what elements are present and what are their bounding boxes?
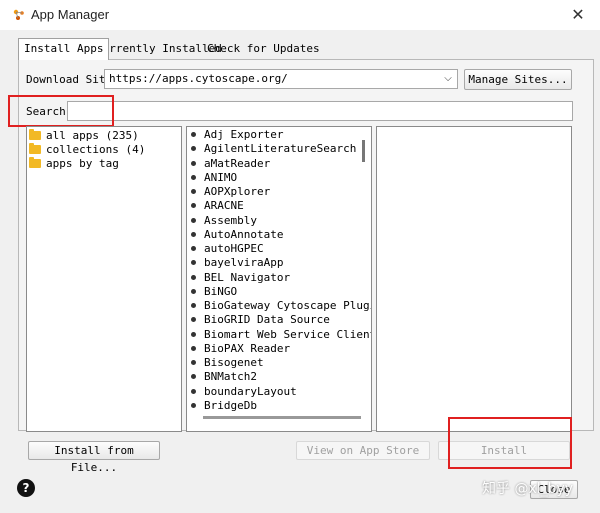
list-item[interactable]: Adj Exporter	[187, 128, 371, 142]
list-item[interactable]: BioGRID Data Source	[187, 313, 371, 327]
list-item[interactable]: BridgeDb	[187, 399, 371, 413]
install-from-file-button[interactable]: Install from File...	[28, 441, 160, 474]
app-name: Bisogenet	[204, 356, 264, 369]
tree-item-apps-by-tag[interactable]: apps by tag	[29, 157, 181, 171]
bullet-icon	[191, 260, 196, 266]
bullet-icon	[191, 331, 196, 337]
bullet-icon	[191, 303, 196, 308]
bullet-icon	[191, 274, 196, 280]
manage-sites-button[interactable]: Manage Sites...	[464, 69, 572, 90]
close-icon[interactable]: ✕	[566, 4, 590, 26]
download-site-select[interactable]: https://apps.cytoscape.org/	[104, 69, 458, 89]
tree-item-label: collections (4)	[46, 143, 146, 156]
list-item[interactable]: Assembly	[187, 214, 371, 228]
list-item[interactable]: AOPXplorer	[187, 185, 371, 199]
app-name: BioGateway Cytoscape Plugin	[204, 299, 371, 312]
tree-item-collections[interactable]: collections (4)	[29, 143, 181, 157]
folder-icon	[29, 143, 41, 154]
tree-item-label: apps by tag	[46, 157, 119, 170]
bullet-icon	[191, 402, 196, 408]
bullet-icon	[191, 174, 196, 180]
bullet-icon	[191, 203, 196, 209]
list-item[interactable]: BiNGO	[187, 285, 371, 299]
list-item[interactable]: BNMatch2	[187, 370, 371, 384]
list-item[interactable]: BioPAX Reader	[187, 342, 371, 356]
app-name: BiNGO	[204, 284, 238, 298]
tab-install-apps[interactable]: Install Apps	[18, 38, 110, 60]
view-on-app-store-button[interactable]: View on App Store	[296, 441, 430, 460]
app-name: BioGRID Data Source	[204, 313, 330, 327]
window-title: App Manager	[31, 7, 110, 22]
app-name: bayelviraApp	[204, 256, 284, 270]
vertical-scrollbar-thumb[interactable]	[362, 140, 365, 162]
bullet-icon	[191, 246, 196, 251]
chevron-down-icon[interactable]: ⌵	[440, 70, 456, 88]
app-name: Assembly	[204, 213, 257, 227]
list-item[interactable]: autoHGPEC	[187, 242, 371, 256]
bullet-icon	[191, 288, 196, 294]
app-name: BEL Navigator	[204, 270, 291, 284]
apps-list[interactable]: Adj Exporter AgilentLiteratureSearch aMa…	[186, 126, 372, 432]
tree-item-label: all apps (235)	[46, 129, 139, 142]
app-name: BNMatch2	[204, 370, 257, 384]
bullet-icon	[191, 146, 196, 152]
help-icon[interactable]: ?	[17, 479, 35, 497]
horizontal-scrollbar-thumb[interactable]	[203, 416, 361, 419]
bullet-icon	[191, 231, 196, 237]
list-item[interactable]: Bisogenet	[187, 356, 371, 370]
bullet-icon	[191, 217, 196, 223]
install-highlight-box	[448, 417, 572, 469]
app-name: BioPAX Reader	[204, 341, 291, 355]
app-name: ARACNE	[204, 199, 244, 213]
bullet-icon	[191, 345, 196, 351]
bullet-icon	[191, 189, 196, 194]
folder-icon	[29, 157, 41, 168]
list-item[interactable]: BioGateway Cytoscape Plugin	[187, 299, 371, 313]
tree-item-all-apps[interactable]: all apps (235)	[29, 129, 181, 143]
list-item[interactable]: ARACNE	[187, 199, 371, 213]
bullet-icon	[191, 160, 196, 166]
bullet-icon	[191, 360, 196, 365]
app-description-pane	[376, 126, 572, 432]
bullet-icon	[191, 388, 196, 394]
list-item[interactable]: AgilentLiteratureSearch	[187, 142, 371, 156]
list-item[interactable]: bayelviraApp	[187, 256, 371, 270]
app-name: Biomart Web Service Client (	[204, 327, 371, 341]
list-item[interactable]: ANIMO	[187, 171, 371, 185]
app-name: ANIMO	[204, 170, 238, 184]
watermark-text: 知乎 @xl_byy	[482, 481, 574, 497]
app-name: AOPXplorer	[204, 185, 271, 198]
list-item[interactable]: Biomart Web Service Client (	[187, 328, 371, 342]
app-name: AgilentLiteratureSearch	[204, 142, 357, 156]
list-item[interactable]: aMatReader	[187, 157, 371, 171]
list-item[interactable]: AutoAnnotate	[187, 228, 371, 242]
bullet-icon	[191, 317, 196, 323]
app-name: autoHGPEC	[204, 242, 264, 255]
app-name: aMatReader	[204, 156, 271, 170]
folder-icon	[29, 129, 41, 140]
tab-check-for-updates[interactable]: Check for Updates	[202, 39, 325, 59]
app-name: AutoAnnotate	[204, 227, 284, 241]
bullet-icon	[191, 374, 196, 380]
app-name: Adj Exporter	[204, 128, 284, 141]
list-item[interactable]: boundaryLayout	[187, 385, 371, 399]
app-name: BridgeDb	[204, 398, 257, 412]
bullet-icon	[191, 132, 196, 137]
category-tree[interactable]: all apps (235) collections (4) apps by t…	[26, 126, 182, 432]
app-name: boundaryLayout	[204, 384, 297, 398]
list-item[interactable]: BEL Navigator	[187, 271, 371, 285]
search-input[interactable]	[67, 101, 573, 121]
cytoscape-app-icon	[13, 9, 24, 20]
search-highlight-box	[8, 95, 114, 127]
